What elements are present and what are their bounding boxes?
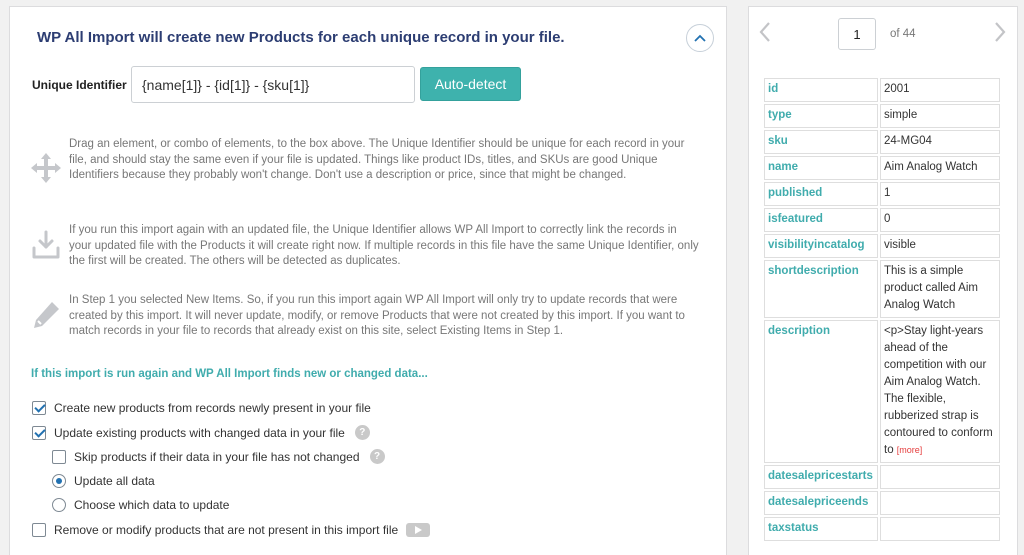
help-icon[interactable]: ?: [354, 425, 370, 440]
update-all-option[interactable]: Update all data: [52, 474, 155, 488]
record-key[interactable]: type: [764, 104, 878, 128]
chevron-up-icon: [694, 34, 706, 42]
record-value: 0: [880, 208, 1000, 232]
record-value-text: simple: [884, 109, 918, 121]
record-value-text: visible: [884, 239, 916, 251]
update-existing-checkbox[interactable]: [32, 425, 46, 440]
update-all-radio[interactable]: [52, 474, 66, 488]
remove-missing-option[interactable]: Remove or modify products that are not p…: [32, 523, 431, 537]
record-row: id 2001: [764, 78, 1000, 102]
record-value-text: 0: [884, 213, 891, 225]
record-value: [880, 465, 1000, 489]
page-number-input[interactable]: [838, 18, 876, 50]
record-key[interactable]: name: [764, 156, 878, 180]
record-key[interactable]: taxstatus: [764, 517, 878, 541]
record-value: 1: [880, 182, 1000, 206]
update-existing-label: Update existing products with changed da…: [54, 425, 345, 440]
skip-unchanged-label: Skip products if their data in your file…: [74, 449, 360, 464]
record-value-text: <p>Stay light-years ahead of the competi…: [884, 325, 993, 456]
record-row: datesalepricestarts: [764, 465, 1000, 489]
record-row: published 1: [764, 182, 1000, 206]
create-new-option[interactable]: Create new products from records newly p…: [32, 401, 371, 415]
record-key[interactable]: visibilityincatalog: [764, 234, 878, 258]
record-value-text: 24-MG04: [884, 135, 932, 147]
record-value: 24-MG04: [880, 130, 1000, 154]
unique-identifier-panel: WP All Import will create new Products f…: [9, 6, 727, 555]
record-row: sku 24-MG04: [764, 130, 1000, 154]
record-key[interactable]: published: [764, 182, 878, 206]
pencil-icon: [34, 302, 59, 328]
update-existing-option[interactable]: Update existing products with changed da…: [32, 425, 370, 440]
info-text-update: If you run this import again with an upd…: [69, 224, 699, 268]
unique-identifier-label: Unique Identifier: [32, 78, 127, 92]
auto-detect-button[interactable]: Auto-detect: [420, 67, 521, 101]
record-value: simple: [880, 104, 1000, 128]
record-value: 2001: [880, 78, 1000, 102]
record-value: [880, 491, 1000, 515]
download-tray-icon: [32, 230, 60, 259]
record-key[interactable]: isfeatured: [764, 208, 878, 232]
record-value: This is a simple product called Aim Anal…: [880, 260, 1000, 318]
record-key[interactable]: datesalepriceends: [764, 491, 878, 515]
record-row: name Aim Analog Watch: [764, 156, 1000, 180]
skip-unchanged-option[interactable]: Skip products if their data in your file…: [52, 449, 385, 464]
record-value: [880, 517, 1000, 541]
record-value-text: This is a simple product called Aim Anal…: [884, 265, 978, 311]
record-row: isfeatured 0: [764, 208, 1000, 232]
choose-data-radio[interactable]: [52, 498, 66, 512]
record-value: <p>Stay light-years ahead of the competi…: [880, 320, 1000, 463]
record-value-text: 1: [884, 187, 891, 199]
create-new-checkbox[interactable]: [32, 401, 46, 415]
skip-unchanged-checkbox[interactable]: [52, 449, 66, 464]
choose-data-option[interactable]: Choose which data to update: [52, 498, 229, 512]
record-row: visibilityincatalog visible: [764, 234, 1000, 258]
info-text-drag: Drag an element, or combo of elements, t…: [69, 138, 685, 182]
collapse-button[interactable]: [686, 24, 714, 52]
record-row: type simple: [764, 104, 1000, 128]
video-play-icon[interactable]: [406, 523, 431, 537]
record-row: shortdescription This is a simple product…: [764, 260, 1000, 318]
record-value: visible: [880, 234, 1000, 258]
remove-missing-label: Remove or modify products that are not p…: [54, 523, 399, 537]
chevron-left-icon[interactable]: [757, 21, 773, 43]
create-new-label: Create new products from records newly p…: [54, 401, 371, 415]
record-value-text: Aim Analog Watch: [884, 161, 978, 173]
move-arrows-icon: [31, 153, 61, 183]
record-row: datesalepriceends: [764, 491, 1000, 515]
record-row: description <p>Stay light-years ahead of …: [764, 320, 1000, 463]
panel-title: WP All Import will create new Products f…: [37, 29, 565, 46]
record-key[interactable]: description: [764, 320, 878, 463]
record-key[interactable]: sku: [764, 130, 878, 154]
record-row: taxstatus: [764, 517, 1000, 541]
remove-missing-checkbox[interactable]: [32, 523, 46, 537]
page-count-label: of 44: [890, 28, 916, 40]
info-text-new-items: In Step 1 you selected New Items. So, if…: [69, 294, 685, 338]
record-value-text: 2001: [884, 83, 910, 95]
unique-identifier-input[interactable]: [131, 66, 415, 103]
record-key[interactable]: shortdescription: [764, 260, 878, 318]
record-key[interactable]: datesalepricestarts: [764, 465, 878, 489]
more-link[interactable]: [more]: [897, 445, 923, 455]
record-preview-panel: of 44 id 2001 type simple sku 24-MG04 name Aim …: [748, 6, 1018, 555]
section-heading: If this import is run again and WP All I…: [31, 368, 428, 380]
record-table: id 2001 type simple sku 24-MG04 name Aim Analog…: [762, 76, 1002, 543]
help-icon[interactable]: ?: [369, 449, 385, 464]
choose-data-label: Choose which data to update: [74, 498, 230, 512]
update-all-label: Update all data: [74, 474, 155, 488]
chevron-right-icon[interactable]: [992, 21, 1008, 43]
record-value: Aim Analog Watch: [880, 156, 1000, 180]
record-key[interactable]: id: [764, 78, 878, 102]
